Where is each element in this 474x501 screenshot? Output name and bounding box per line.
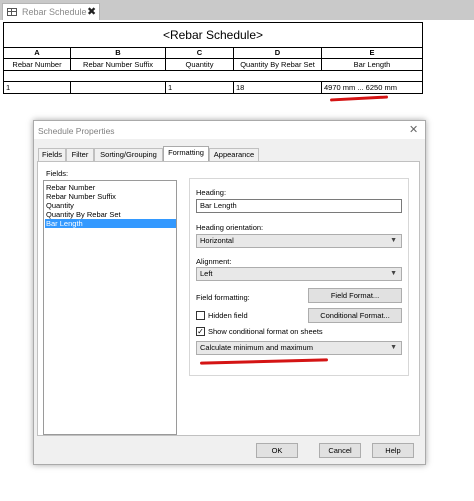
fields-list[interactable]: Rebar Number Rebar Number Suffix Quantit… (43, 180, 177, 435)
list-item[interactable]: Quantity By Rebar Set (45, 210, 176, 219)
schedule-icon (7, 8, 17, 16)
schedule-title: <Rebar Schedule> (3, 22, 423, 48)
alignment-value: Left (200, 269, 213, 278)
chevron-down-icon: ▼ (390, 237, 397, 244)
annotation-underline (329, 95, 389, 102)
table-row[interactable]: 1 1 18 4970 mm ... 6250 mm (3, 82, 423, 94)
spacer-cell (4, 71, 423, 82)
hidden-field-label: Hidden field (208, 311, 248, 320)
column-letter-row: A B C D E (3, 48, 423, 59)
table-cell[interactable] (71, 82, 166, 94)
tab-label: Rebar Schedule (22, 7, 87, 17)
ok-button[interactable]: OK (256, 443, 298, 458)
tab-sorting-grouping[interactable]: Sorting/Grouping (94, 148, 163, 161)
chevron-down-icon: ▼ (390, 270, 397, 277)
close-icon[interactable]: ✖ (87, 5, 96, 18)
show-conditional-label: Show conditional format on sheets (208, 327, 323, 336)
table-cell[interactable]: 1 (166, 82, 234, 94)
show-conditional-checkbox[interactable]: ✓ (196, 327, 205, 336)
column-letter: C (166, 48, 234, 59)
column-letter: A (4, 48, 71, 59)
column-header-row: Rebar Number Rebar Number Suffix Quantit… (3, 59, 423, 71)
field-formatting-label: Field formatting: (196, 293, 250, 302)
fields-label: Fields: (46, 169, 69, 178)
close-icon[interactable]: ✕ (409, 123, 418, 136)
chevron-down-icon: ▼ (390, 344, 397, 351)
column-header[interactable]: Bar Length (322, 59, 423, 71)
list-item-selected[interactable]: Bar Length (45, 219, 176, 228)
column-header[interactable]: Rebar Number Suffix (71, 59, 166, 71)
spacer-row (3, 71, 423, 82)
calculation-value: Calculate minimum and maximum (200, 343, 313, 352)
column-letter: E (322, 48, 423, 59)
help-button[interactable]: Help (372, 443, 414, 458)
column-header[interactable]: Quantity By Rebar Set (234, 59, 322, 71)
list-item[interactable]: Rebar Number (45, 183, 176, 192)
tab-fields[interactable]: Fields (38, 148, 66, 161)
list-item[interactable]: Quantity (45, 201, 176, 210)
alignment-select[interactable]: Left ▼ (196, 267, 402, 281)
heading-label: Heading: (196, 188, 227, 197)
alignment-label: Alignment: (196, 257, 232, 266)
tab-filter[interactable]: Filter (66, 148, 94, 161)
table-cell[interactable]: 18 (234, 82, 322, 94)
field-format-button[interactable]: Field Format... (308, 288, 402, 303)
table-cell[interactable]: 1 (4, 82, 71, 94)
tab-appearance[interactable]: Appearance (209, 148, 259, 161)
column-header[interactable]: Quantity (166, 59, 234, 71)
list-item[interactable]: Rebar Number Suffix (45, 192, 176, 201)
table-cell[interactable]: 4970 mm ... 6250 mm (322, 82, 423, 94)
calculation-select[interactable]: Calculate minimum and maximum ▼ (196, 341, 402, 355)
conditional-format-button[interactable]: Conditional Format... (308, 308, 402, 323)
column-letter: D (234, 48, 322, 59)
heading-input[interactable]: Bar Length (196, 199, 402, 213)
column-header[interactable]: Rebar Number (4, 59, 71, 71)
schedule-properties-dialog: Schedule Properties ✕ Fields Filter Sort… (33, 120, 426, 465)
dialog-title: Schedule Properties (38, 126, 115, 136)
orientation-select[interactable]: Horizontal ▼ (196, 234, 402, 248)
hidden-field-checkbox[interactable] (196, 311, 205, 320)
tab-formatting[interactable]: Formatting (163, 146, 209, 162)
cancel-button[interactable]: Cancel (319, 443, 361, 458)
orientation-value: Horizontal (200, 236, 234, 245)
column-letter: B (71, 48, 166, 59)
orientation-label: Heading orientation: (196, 223, 264, 232)
rebar-schedule-tab[interactable]: Rebar Schedule ✖ (2, 3, 100, 20)
